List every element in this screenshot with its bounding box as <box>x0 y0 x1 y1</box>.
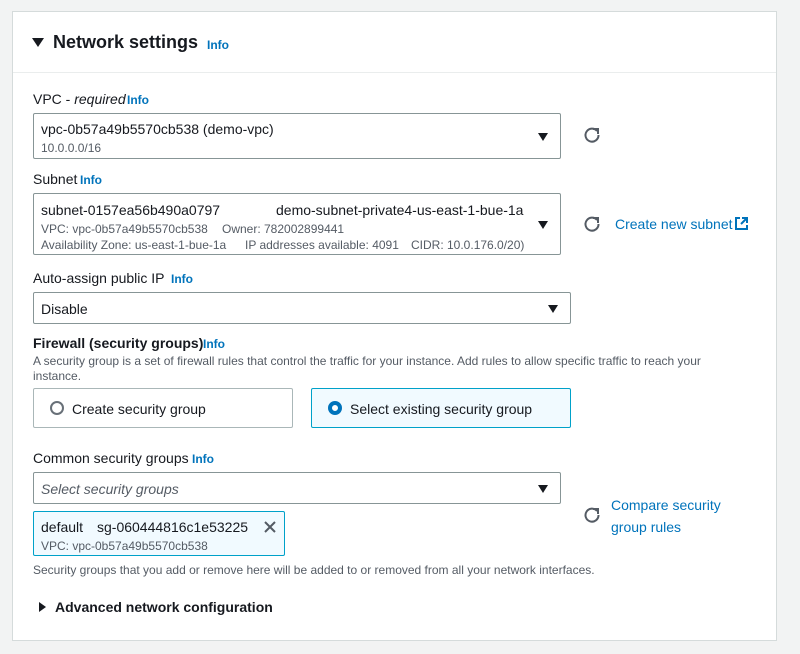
radio-button-selected[interactable] <box>328 401 342 415</box>
public-ip-select[interactable]: Disable <box>33 292 571 324</box>
chevron-down-icon <box>538 485 548 493</box>
vpc-label: VPC - required <box>33 91 126 107</box>
create-new-subnet-link[interactable]: Create new subnet <box>615 216 733 232</box>
subnet-name: demo-subnet-private4-us-east-1-bue-1a <box>276 202 524 218</box>
firewall-label: Firewall (security groups) <box>33 335 204 351</box>
public-ip-label: Auto-assign public IP <box>33 270 165 286</box>
subnet-vpc: VPC: vpc-0b57a49b5570cb538 <box>41 222 208 236</box>
vpc-required: required <box>74 91 126 107</box>
subnet-owner: Owner: 782002899441 <box>222 222 345 236</box>
external-link-icon[interactable] <box>734 216 749 231</box>
chevron-down-icon <box>538 133 548 141</box>
caret-right-icon[interactable] <box>39 602 46 612</box>
chevron-down-icon <box>538 221 548 229</box>
refresh-icon[interactable] <box>583 215 601 233</box>
vpc-label-text: VPC - <box>33 91 75 107</box>
close-icon[interactable] <box>263 520 277 534</box>
security-group-token: default sg-060444816c1e53225 VPC: vpc-0b… <box>33 511 285 556</box>
vpc-cidr: 10.0.0.0/16 <box>41 141 102 155</box>
chevron-down-icon <box>548 305 558 313</box>
subnet-id: subnet-0157ea56b490a0797 <box>41 202 221 218</box>
subnet-info-link[interactable]: Info <box>80 173 102 187</box>
common-sg-info-link[interactable]: Info <box>192 452 214 466</box>
security-groups-placeholder: Select security groups <box>41 481 179 497</box>
public-ip-value: Disable <box>41 301 88 317</box>
compare-security-group-rules-link-line1[interactable]: Compare security <box>611 497 721 513</box>
compare-security-group-rules-link-line2[interactable]: group rules <box>611 519 681 535</box>
firewall-info-link[interactable]: Info <box>203 337 225 351</box>
token-name: default <box>41 519 84 535</box>
subnet-ips: IP addresses available: 4091 <box>245 238 399 252</box>
create-security-group-label: Create security group <box>72 401 206 417</box>
subnet-az: Availability Zone: us-east-1-bue-1a <box>41 238 227 252</box>
subnet-cidr: CIDR: 10.0.176.0/20) <box>411 238 525 252</box>
subnet-label: Subnet <box>33 171 78 187</box>
public-ip-info-link[interactable]: Info <box>171 272 193 286</box>
select-existing-security-group-option[interactable]: Select existing security group <box>311 388 571 428</box>
advanced-network-configuration-toggle[interactable]: Advanced network configuration <box>55 599 273 615</box>
token-id: sg-060444816c1e53225 <box>97 519 249 535</box>
caret-down-icon[interactable] <box>32 38 44 47</box>
refresh-icon[interactable] <box>583 126 601 144</box>
section-info-link[interactable]: Info <box>207 38 229 52</box>
security-groups-select[interactable]: Select security groups <box>33 472 561 504</box>
refresh-icon[interactable] <box>583 506 601 524</box>
subnet-select[interactable]: subnet-0157ea56b490a0797 demo-subnet-pri… <box>33 193 561 255</box>
security-groups-helper: Security groups that you add or remove h… <box>33 563 595 577</box>
section-title: Network settings <box>53 32 199 52</box>
token-vpc: VPC: vpc-0b57a49b5570cb538 <box>41 539 208 553</box>
vpc-info-link[interactable]: Info <box>127 93 149 107</box>
vpc-value: vpc-0b57a49b5570cb538 (demo-vpc) <box>41 121 274 137</box>
vpc-select[interactable]: vpc-0b57a49b5570cb538 (demo-vpc) 10.0.0.… <box>33 113 561 159</box>
common-sg-label: Common security groups <box>33 450 189 466</box>
radio-button[interactable] <box>50 401 64 415</box>
network-settings-panel: Network settings Info VPC - required Inf… <box>12 11 777 641</box>
select-existing-security-group-label: Select existing security group <box>350 401 533 417</box>
create-security-group-option[interactable]: Create security group <box>33 388 293 428</box>
firewall-description: A security group is a set of firewall ru… <box>33 354 701 383</box>
panel-header[interactable]: Network settings Info <box>13 12 776 73</box>
